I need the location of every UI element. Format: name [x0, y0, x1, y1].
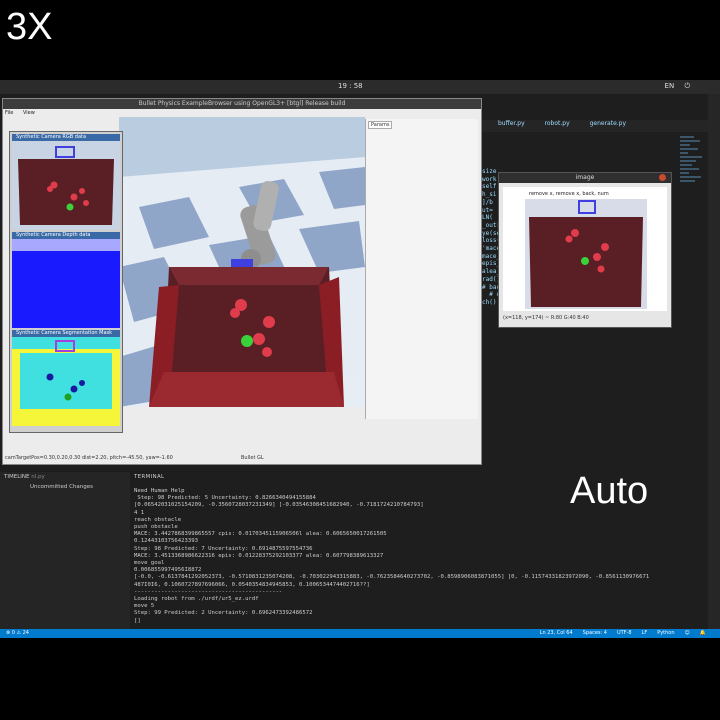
problems-count[interactable]: ⊗ 0 ⚠ 24 — [6, 629, 29, 638]
terminal-line: Loading robot from ./urdf/ur5_ez.urdf — [134, 596, 259, 603]
image-caption: remove x, remove x, back, num — [529, 191, 609, 197]
image-window-title[interactable]: image — [499, 173, 671, 183]
editor-tabs: buffer.py robot.py generate.py — [480, 120, 708, 132]
camera-preview-window[interactable]: Synthetic Camera RGB data Synthetic Came… — [9, 131, 123, 433]
power-icon[interactable]: ⏻ — [684, 82, 690, 90]
keyboard-layout[interactable]: EN — [665, 82, 675, 90]
tab-generate[interactable]: generate.py — [590, 120, 626, 127]
params-panel[interactable]: Params — [365, 119, 478, 419]
uncommitted-changes[interactable]: Uncommitted Changes — [30, 484, 93, 490]
params-tab[interactable]: Params — [368, 121, 393, 129]
clock[interactable]: 19 : 58 — [338, 82, 363, 90]
terminal-line: move 5 — [134, 603, 155, 610]
statusbar-item[interactable]: LF — [642, 630, 648, 636]
image-status: (x=118, y=174) ~ R:80 G:40 B:40 — [503, 315, 589, 321]
menu-view[interactable]: View — [23, 110, 35, 116]
image-window[interactable]: image remove x, remove x, back, num (x=1… — [498, 172, 672, 328]
rgb-camera-panel: Synthetic Camera RGB data — [12, 134, 120, 230]
statusbar-item[interactable]: UTF-8 — [617, 630, 632, 636]
depth-camera-header[interactable]: Synthetic Camera Depth data — [12, 232, 120, 239]
terminal-line: Step: 98 Predicted: 7 Uncertainty: 0.691… — [134, 545, 313, 552]
bullet-menu: File View — [5, 110, 43, 116]
terminal-line: [] — [134, 617, 141, 624]
segmentation-camera-header[interactable]: Synthetic Camera Segmentation Mask — [12, 330, 120, 337]
menu-file[interactable]: File — [5, 110, 13, 116]
terminal-line: MACE: 3.4427868399865557 cpis: 0.0170345… — [134, 531, 387, 538]
right-dock — [708, 94, 720, 638]
vscode-statusbar: ⊗ 0 ⚠ 24 Ln 23, Col 64 Spaces: 4 UTF-8 LF Py… — [0, 629, 720, 638]
tab-buffer[interactable]: buffer.py — [498, 120, 525, 127]
statusbar-item[interactable]: Ln 23, Col 64 — [540, 630, 573, 636]
terminal-line: 0.12443103756423393 — [134, 538, 198, 545]
mode-label: Auto — [570, 470, 649, 512]
terminal-line: move goal — [134, 560, 165, 567]
image-content — [525, 199, 647, 309]
terminal-tab[interactable]: TERMINAL — [134, 474, 164, 480]
terminal-line: 487I0I6, 0.1060727897696066, 0.054035483… — [134, 581, 370, 588]
statusbar-right: Ln 23, Col 64 Spaces: 4 UTF-8 LF Python ☺ 🔔 — [530, 629, 706, 638]
rgb-camera-header[interactable]: Synthetic Camera RGB data — [12, 134, 120, 141]
minimap[interactable] — [680, 134, 704, 224]
terminal-line: reach obstacle — [134, 516, 182, 523]
timeline-header[interactable]: TIMELINE nl.py — [4, 474, 45, 480]
image-view[interactable]: remove x, remove x, back, num — [503, 187, 667, 311]
bullet-window-title[interactable]: Bullet Physics ExampleBrowser using Open… — [3, 99, 481, 109]
depth-camera-image — [12, 239, 120, 328]
terminal-line: 0.0068559974956I8872 — [134, 567, 202, 574]
statusbar-item[interactable]: ☺ — [685, 630, 690, 636]
close-icon[interactable] — [659, 174, 666, 181]
system-tray: EN ⏻ — [657, 82, 690, 91]
segmentation-camera-panel: Synthetic Camera Segmentation Mask — [12, 330, 120, 426]
camera-status: camTargetPos=0.30,0.20,0.30 dist=2.20, p… — [5, 455, 173, 461]
bullet-statusbar: camTargetPos=0.30,0.20,0.30 dist=2.20, p… — [5, 455, 479, 463]
desktop: 19 : 58 EN ⏻ buffer.py robot.py generate… — [0, 80, 720, 638]
terminal-line: ----------------------------------------… — [134, 588, 283, 595]
tab-robot[interactable]: robot.py — [545, 120, 570, 127]
statusbar-item[interactable]: Spaces: 4 — [583, 630, 607, 636]
terminal-line: MACE: 3.4513368986622316 epis: 0.0122837… — [134, 552, 384, 559]
terminal-line: push obstacle — [134, 524, 178, 531]
simulation-viewport[interactable] — [119, 117, 365, 407]
source-control-sidebar: TIMELINE nl.py Uncommitted Changes — [0, 472, 130, 632]
terminal-line: Step: 99 Predicted: 2 Uncertainty: 0.696… — [134, 610, 313, 617]
statusbar-item[interactable]: Python — [657, 630, 674, 636]
bullet-status-right: Bullet GL — [241, 455, 264, 461]
bullet-window[interactable]: Bullet Physics ExampleBrowser using Open… — [2, 98, 482, 465]
terminal-line: [-0.0, -0.6137841292052373, -0.571083123… — [134, 574, 650, 581]
statusbar-item[interactable]: 🔔 — [700, 630, 706, 636]
depth-camera-panel: Synthetic Camera Depth data — [12, 232, 120, 328]
rgb-camera-image — [12, 141, 120, 230]
speed-label: 3X — [6, 6, 53, 48]
top-panel: 19 : 58 EN ⏻ — [0, 80, 720, 94]
segmentation-camera-image — [12, 337, 120, 426]
